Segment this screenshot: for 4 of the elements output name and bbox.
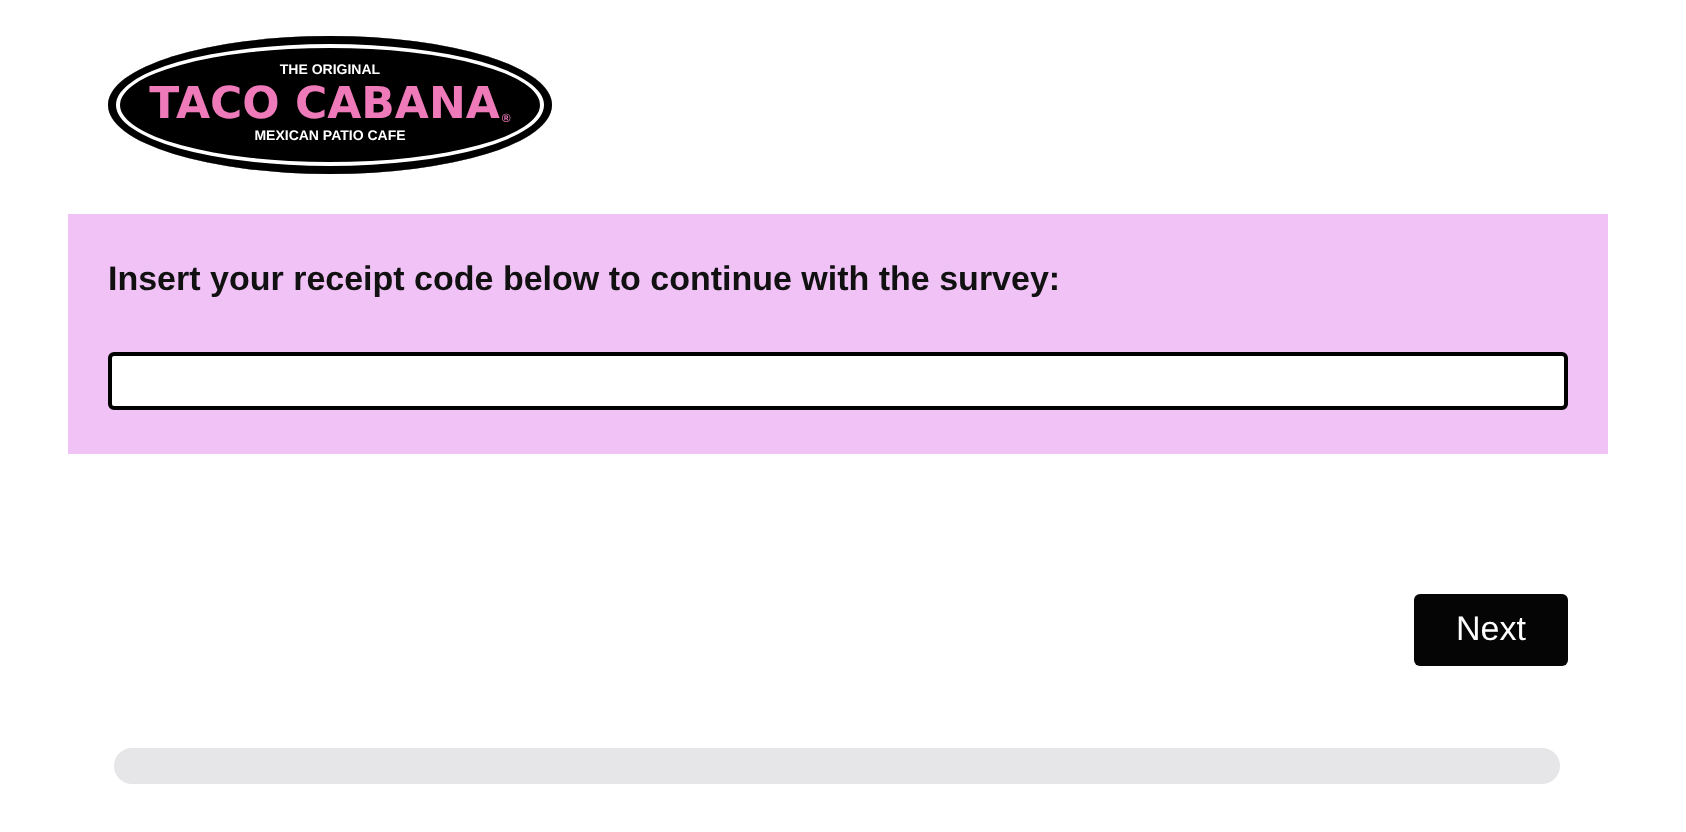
receipt-code-field[interactable]: [108, 352, 1568, 410]
question-text: Insert your receipt code below to continue with the survey:: [108, 260, 1063, 300]
next-button[interactable]: Next: [1414, 594, 1568, 666]
logo-name: TACO CABANA: [149, 82, 500, 128]
